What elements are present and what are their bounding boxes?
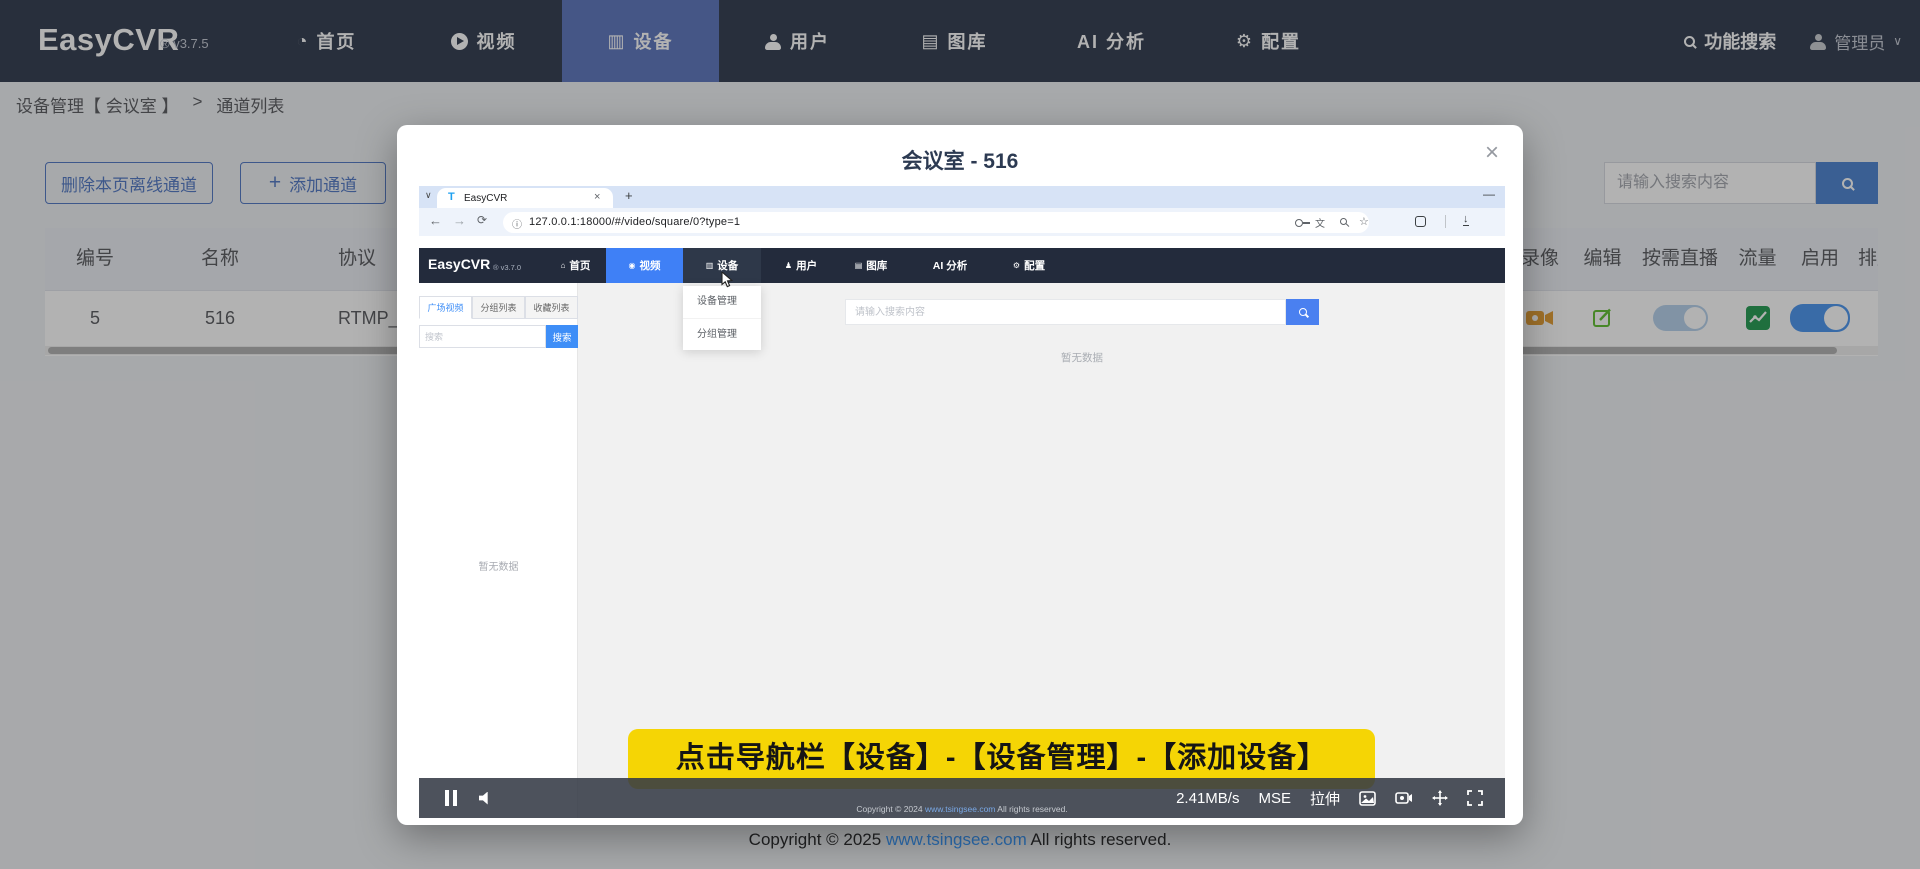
recorded-panel-search-input <box>419 325 546 348</box>
record-icon[interactable] <box>1395 791 1413 805</box>
browser-tabstrip: ∨ T EasyCVR × + — <box>419 186 1505 208</box>
video-player-canvas[interactable]: ∨ T EasyCVR × + — ← → ⟳ ⓘ 127.0.0.1:1800… <box>419 186 1505 818</box>
new-tab-icon: + <box>625 188 633 203</box>
home-icon: ⌂ <box>561 261 566 270</box>
site-favicon: T <box>448 191 455 203</box>
recorded-footer-link: www.tsingsee.com <box>925 804 995 814</box>
tab-favorites-list: 收藏列表 <box>525 296 578 319</box>
recorded-app-logo: EasyCVR <box>428 256 490 272</box>
extensions-icon <box>1415 216 1426 227</box>
recorded-left-panel: 广场视频 分组列表 收藏列表 搜索 暂无数据 <box>419 283 578 818</box>
recorded-nav-video: ◉ 视频 <box>606 248 683 283</box>
recorded-nav-ai-label: AI 分析 <box>933 258 967 273</box>
recorded-nav-home: ⌂ 首页 <box>545 248 606 283</box>
mouse-cursor-icon <box>721 272 734 288</box>
password-key-icon <box>1295 219 1303 227</box>
recorded-nav-config: ⚙ 配置 <box>1000 248 1058 283</box>
browser-tab: T EasyCVR × <box>437 188 613 208</box>
modal-title: 会议室 - 516 <box>397 145 1523 175</box>
recorded-nav-device-label: 设备 <box>717 258 738 273</box>
user-icon: ♟ <box>785 261 792 270</box>
tab-search-chevron-icon: ∨ <box>425 190 432 201</box>
recorded-nav-home-label: 首页 <box>569 258 590 273</box>
url-text: 127.0.0.1:18000/#/video/square/0?type=1 <box>529 216 740 228</box>
recorded-device-dropdown: 设备管理 分组管理 <box>683 286 761 350</box>
gallery-icon: ▤ <box>855 261 863 270</box>
recorded-footer-rights: All rights reserved. <box>997 804 1067 814</box>
recorded-nav-user: ♟ 用户 <box>771 248 831 283</box>
tab-group-list: 分组列表 <box>472 296 525 319</box>
recorded-panel-empty-text: 暂无数据 <box>419 558 578 573</box>
volume-icon[interactable] <box>479 792 493 805</box>
zoom-icon <box>1340 218 1347 225</box>
device-icon: ▥ <box>706 261 714 270</box>
toolbar-divider <box>1445 215 1446 228</box>
browser-toolbar: ← → ⟳ ⓘ 127.0.0.1:18000/#/video/square/0… <box>419 208 1505 236</box>
window-minimize-icon: — <box>1483 187 1495 201</box>
recorded-panel-search: 搜索 <box>419 325 578 348</box>
recorded-app-version: ® v3.7.0 <box>493 263 521 272</box>
recorded-footer: Copyright © 2024 www.tsingsee.com All ri… <box>419 804 1505 814</box>
player-control-bar: 2.41MB/s MSE 拉伸 Copyright © 2024 www.t <box>419 778 1505 818</box>
recorded-nav-ai: AI 分析 <box>922 248 978 283</box>
recorded-nav-video-label: 视频 <box>639 258 660 273</box>
browser-tab-title: EasyCVR <box>464 193 507 204</box>
gear-icon: ⚙ <box>1013 261 1020 270</box>
recorded-nav-gallery-label: 图库 <box>866 258 887 273</box>
recorded-main-search-input <box>845 299 1286 325</box>
back-icon: ← <box>429 214 442 227</box>
search-icon <box>1299 308 1307 316</box>
dropdown-item-group-manage: 分组管理 <box>683 318 761 350</box>
video-play-icon: ◉ <box>629 261 636 270</box>
recorded-main-empty-text: 暂无数据 <box>845 350 1319 365</box>
close-icon[interactable]: × <box>1485 141 1499 165</box>
recorded-nav-user-label: 用户 <box>796 258 817 273</box>
address-bar: ⓘ 127.0.0.1:18000/#/video/square/0?type=… <box>503 212 1369 233</box>
recorded-nav-gallery: ▤ 图库 <box>841 248 901 283</box>
recorded-panel-tabs: 广场视频 分组列表 收藏列表 <box>419 296 578 319</box>
site-info-icon: ⓘ <box>512 216 522 231</box>
recorded-nav-config-label: 配置 <box>1024 258 1045 273</box>
bookmark-star-icon: ☆ <box>1359 215 1369 228</box>
recorded-main-search-button <box>1286 299 1319 325</box>
reload-icon: ⟳ <box>477 214 487 226</box>
translate-icon: 文 <box>1315 215 1325 230</box>
dropdown-item-device-manage: 设备管理 <box>683 286 761 318</box>
recorded-main-search <box>845 299 1319 325</box>
tab-close-icon: × <box>594 191 600 203</box>
download-icon: ↓ <box>1463 213 1469 226</box>
forward-icon: → <box>453 214 466 227</box>
tab-square-video: 广场视频 <box>419 296 472 319</box>
video-preview-modal: 会议室 - 516 × ∨ T EasyCVR × + — ← → ⟳ ⓘ 12… <box>397 125 1523 825</box>
recorded-footer-copyright: Copyright © 2024 <box>856 804 922 814</box>
recorded-panel-search-button: 搜索 <box>546 325 578 348</box>
recorded-navbar: EasyCVR ® v3.7.0 ⌂ 首页 ◉ 视频 ▥ 设备 ♟ 用户 ▤ 图… <box>419 248 1505 283</box>
